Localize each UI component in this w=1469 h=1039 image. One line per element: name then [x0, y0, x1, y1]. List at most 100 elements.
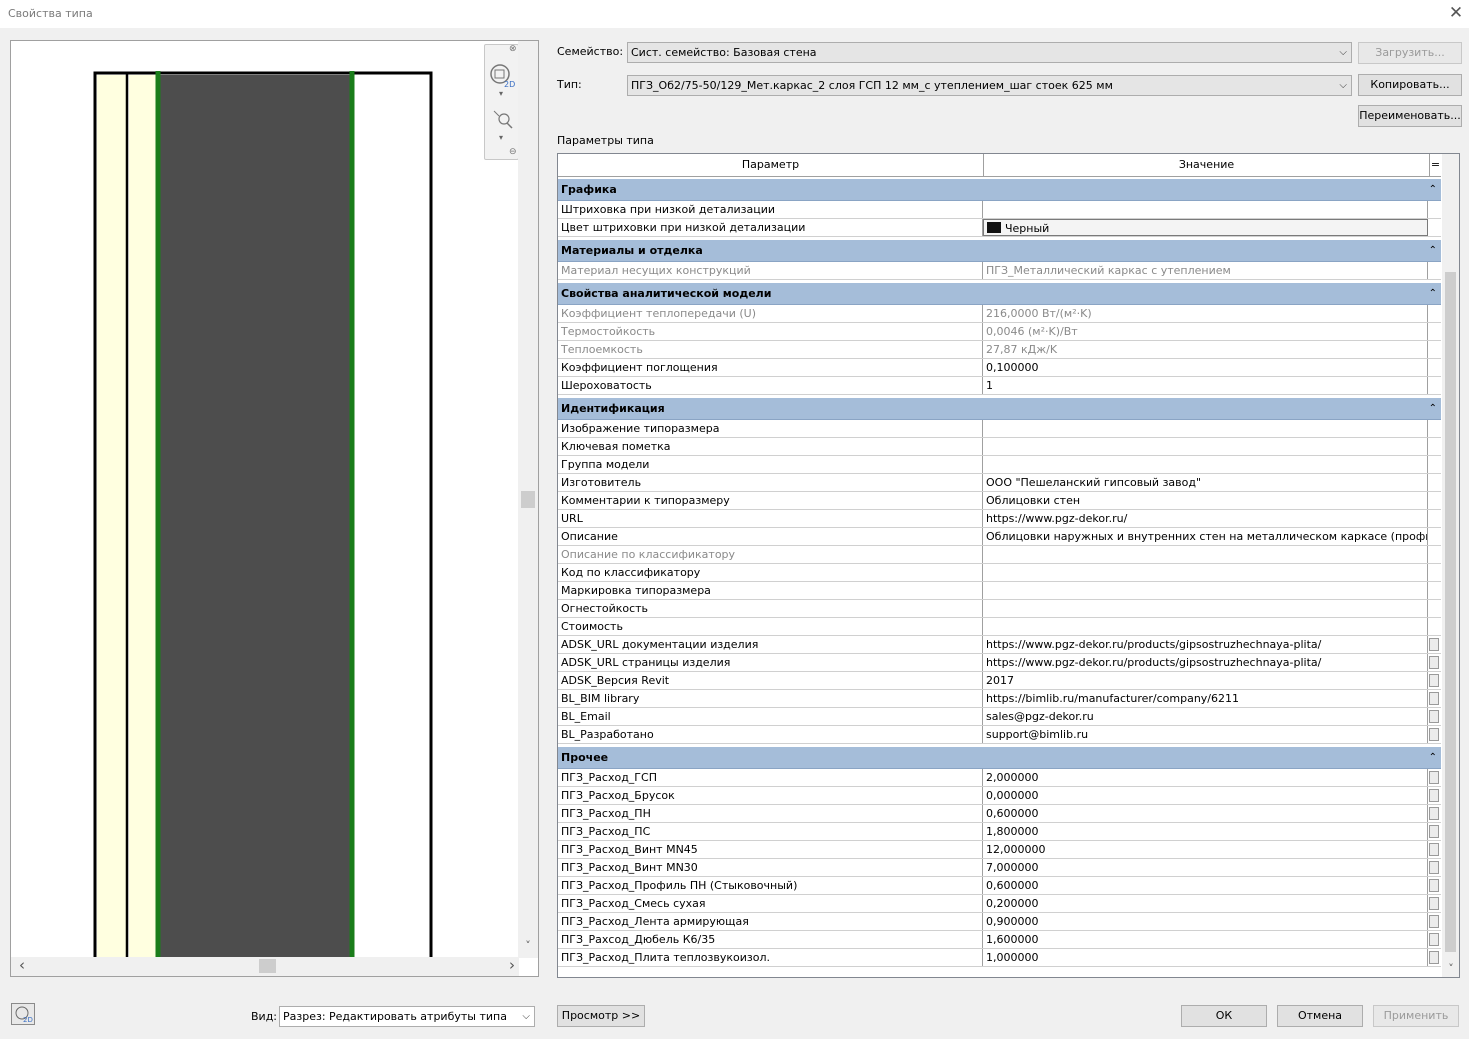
- parameter-row[interactable]: Огнестойкость: [558, 600, 1441, 618]
- parameter-value[interactable]: 12,000000: [983, 841, 1428, 858]
- parameter-value[interactable]: [983, 456, 1428, 473]
- parameter-value[interactable]: [983, 201, 1428, 218]
- parameter-value[interactable]: https://www.pgz-dekor.ru/products/gipsos…: [983, 636, 1428, 653]
- column-header-value[interactable]: Значение: [984, 154, 1430, 176]
- apply-button[interactable]: Применить: [1373, 1005, 1459, 1027]
- preview-vertical-scrollbar[interactable]: ˅: [518, 41, 538, 958]
- column-header-parameter[interactable]: Параметр: [558, 154, 984, 176]
- parameter-value[interactable]: [983, 582, 1428, 599]
- parameter-row[interactable]: Стоимость: [558, 618, 1441, 636]
- parameter-value[interactable]: 0,900000: [983, 913, 1428, 930]
- grid-vertical-scrollbar[interactable]: ˅: [1442, 154, 1459, 977]
- preview-horizontal-scrollbar[interactable]: ‹ ›: [11, 957, 519, 976]
- edit-button[interactable]: [1429, 861, 1439, 874]
- parameter-row[interactable]: Изображение типоразмера: [558, 420, 1441, 438]
- edit-button[interactable]: [1429, 897, 1439, 910]
- edit-button[interactable]: [1429, 692, 1439, 705]
- parameter-row[interactable]: ADSK_Версия Revit 2017: [558, 672, 1441, 690]
- parameter-row[interactable]: Комментарии к типоразмеру Облицовки стен: [558, 492, 1441, 510]
- collapse-icon[interactable]: ⌃: [1429, 747, 1437, 768]
- parameter-value[interactable]: [983, 564, 1428, 581]
- collapse-icon[interactable]: ⌃: [1429, 398, 1437, 419]
- zoom-icon[interactable]: [492, 109, 514, 131]
- family-dropdown[interactable]: Сист. семейство: Базовая стена ⌵: [627, 42, 1352, 63]
- view-dropdown[interactable]: Разрез: Редактировать атрибуты типа ⌵: [279, 1006, 535, 1027]
- parameter-value[interactable]: Облицовки наружных и внутренних стен на …: [983, 528, 1428, 545]
- parameter-value[interactable]: 2017: [983, 672, 1428, 689]
- edit-button[interactable]: [1429, 771, 1439, 784]
- edit-button[interactable]: [1429, 789, 1439, 802]
- load-button[interactable]: Загрузить...: [1358, 42, 1462, 64]
- edit-button[interactable]: [1429, 951, 1439, 964]
- parameter-value[interactable]: 1,800000: [983, 823, 1428, 840]
- sort-icon[interactable]: =: [1430, 154, 1441, 176]
- preview-toggle-button[interactable]: Просмотр >>: [557, 1005, 645, 1027]
- collapse-icon[interactable]: ⌃: [1429, 240, 1437, 261]
- parameter-value[interactable]: 7,000000: [983, 859, 1428, 876]
- edit-button[interactable]: [1429, 638, 1439, 651]
- parameter-value[interactable]: support@bimlib.ru: [983, 726, 1428, 743]
- parameter-row[interactable]: ПГЗ_Расход_Плита теплозвукоизол. 1,000000: [558, 949, 1441, 967]
- parameter-row[interactable]: Маркировка типоразмера: [558, 582, 1441, 600]
- type-parameters-grid[interactable]: Параметр Значение = Графика ⌃ Штриховка пр…: [557, 153, 1460, 978]
- parameter-row[interactable]: ПГЗ_Расход_Смесь сухая 0,200000: [558, 895, 1441, 913]
- parameter-row[interactable]: Описание по классификатору: [558, 546, 1441, 564]
- group-header[interactable]: Идентификация ⌃: [558, 398, 1441, 420]
- scroll-right-arrow[interactable]: ›: [505, 958, 519, 973]
- scroll-thumb[interactable]: [259, 959, 276, 973]
- group-header[interactable]: Материалы и отделка ⌃: [558, 240, 1441, 262]
- parameter-row[interactable]: URL https://www.pgz-dekor.ru/: [558, 510, 1441, 528]
- parameter-row[interactable]: Термостойкость 0,0046 (м²·K)/Вт: [558, 323, 1441, 341]
- parameter-value[interactable]: [983, 438, 1428, 455]
- edit-button[interactable]: [1429, 933, 1439, 946]
- edit-button[interactable]: [1429, 843, 1439, 856]
- edit-button[interactable]: [1429, 915, 1439, 928]
- parameter-row[interactable]: ПГЗ_Расход_Лента армирующая 0,900000: [558, 913, 1441, 931]
- parameter-value[interactable]: 1,000000: [983, 949, 1428, 966]
- scroll-thumb[interactable]: [1445, 272, 1456, 952]
- parameter-row[interactable]: BL_Разработано support@bimlib.ru: [558, 726, 1441, 744]
- parameter-value[interactable]: sales@pgz-dekor.ru: [983, 708, 1428, 725]
- parameter-value[interactable]: 0,100000: [983, 359, 1428, 376]
- collapse-icon[interactable]: ⌃: [1429, 283, 1437, 304]
- parameter-row[interactable]: Изготовитель ООО "Пешеланский гипсовый за…: [558, 474, 1441, 492]
- parameter-value[interactable]: 0,200000: [983, 895, 1428, 912]
- parameter-row[interactable]: Материал несущих конструкций ПГЗ_Металлич…: [558, 262, 1441, 280]
- parameter-row[interactable]: ПГЗ_Расход_ГСП 2,000000: [558, 769, 1441, 787]
- edit-button[interactable]: [1429, 728, 1439, 741]
- parameter-row[interactable]: BL_BIM library https://bimlib.ru/manufact…: [558, 690, 1441, 708]
- edit-button[interactable]: [1429, 710, 1439, 723]
- edit-button[interactable]: [1429, 674, 1439, 687]
- scroll-down-arrow[interactable]: ˅: [521, 939, 535, 953]
- parameter-row[interactable]: ПГЗ_Расход_Брусок 0,000000: [558, 787, 1441, 805]
- group-header[interactable]: Графика ⌃: [558, 179, 1441, 201]
- parameter-value[interactable]: 1,600000: [983, 931, 1428, 948]
- scroll-left-arrow[interactable]: ‹: [15, 958, 29, 973]
- parameter-row[interactable]: ADSK_URL документации изделия https://www…: [558, 636, 1441, 654]
- parameter-row[interactable]: ПГЗ_Расход_ПН 0,600000: [558, 805, 1441, 823]
- parameter-row[interactable]: Группа модели: [558, 456, 1441, 474]
- chevron-down-icon[interactable]: ▾: [499, 133, 503, 142]
- settings-icon[interactable]: ⊖: [509, 147, 517, 157]
- parameter-value[interactable]: 0,600000: [983, 805, 1428, 822]
- parameter-row[interactable]: BL_Email sales@pgz-dekor.ru: [558, 708, 1441, 726]
- parameter-value[interactable]: 1: [983, 377, 1428, 394]
- close-icon[interactable]: ⊗: [509, 44, 517, 54]
- parameter-value[interactable]: [983, 420, 1428, 437]
- parameter-row[interactable]: Коэффициент поглощения 0,100000: [558, 359, 1441, 377]
- parameter-row[interactable]: Описание Облицовки наружных и внутренних …: [558, 528, 1441, 546]
- parameter-row[interactable]: Ключевая пометка: [558, 438, 1441, 456]
- parameter-row[interactable]: Шероховатость 1: [558, 377, 1441, 395]
- chevron-down-icon[interactable]: ▾: [499, 89, 503, 98]
- group-header[interactable]: Прочее ⌃: [558, 747, 1441, 769]
- scroll-down-arrow[interactable]: ˅: [1444, 962, 1458, 976]
- parameter-value[interactable]: 0,600000: [983, 877, 1428, 894]
- group-header[interactable]: Свойства аналитической модели ⌃: [558, 283, 1441, 305]
- parameter-value[interactable]: ООО "Пешеланский гипсовый завод": [983, 474, 1428, 491]
- scroll-thumb[interactable]: [521, 491, 535, 508]
- preview-pane[interactable]: [10, 40, 539, 977]
- parameter-value[interactable]: 2,000000: [983, 769, 1428, 786]
- parameter-value[interactable]: [983, 600, 1428, 617]
- parameter-value[interactable]: https://www.pgz-dekor.ru/: [983, 510, 1428, 527]
- parameter-row[interactable]: ПГЗ_Расход_Профиль ПН (Стыковочный) 0,600…: [558, 877, 1441, 895]
